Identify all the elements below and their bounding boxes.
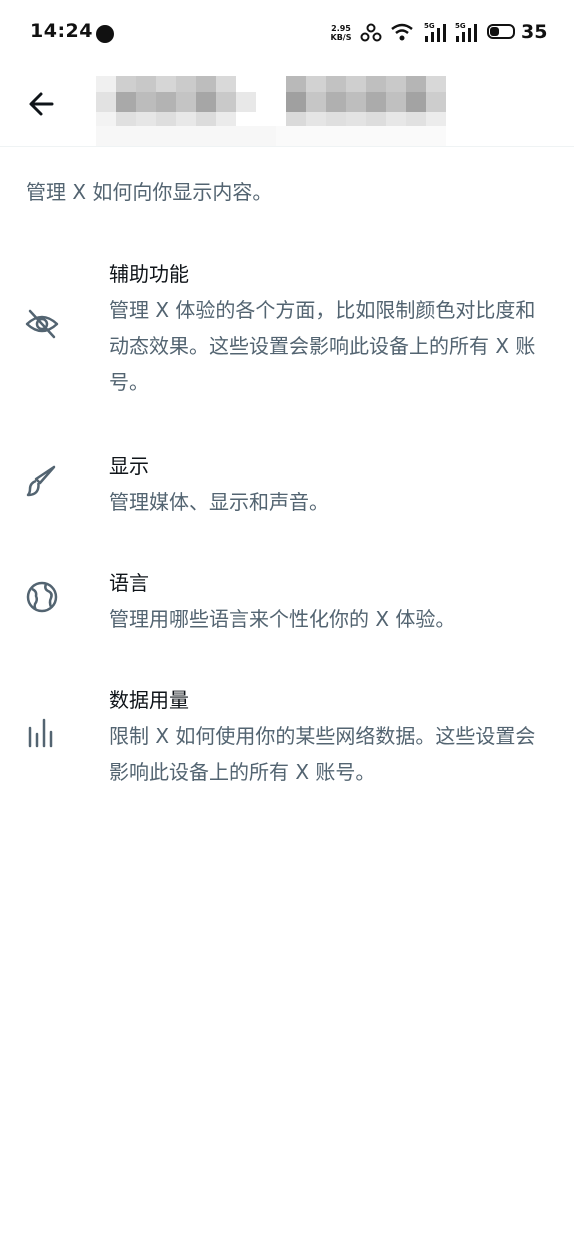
blurred-title	[96, 76, 466, 146]
network-speed-value: 2.95	[331, 24, 351, 33]
status-time: 14:24	[30, 20, 93, 42]
settings-item-description: 管理用哪些语言来个性化你的 X 体验。	[109, 607, 456, 631]
settings-item-data-usage[interactable]: 数据用量 限制 X 如何使用你的某些网络数据。这些设置会影响此设备上的所有 X …	[0, 684, 574, 790]
settings-item-description: 限制 X 如何使用你的某些网络数据。这些设置会影响此设备上的所有 X 账号。	[109, 724, 536, 784]
signal-2-icon: 5G	[455, 22, 479, 44]
arrow-left-icon[interactable]	[22, 84, 62, 124]
hotspot-icon	[360, 23, 382, 42]
settings-item-title: 语言	[109, 571, 149, 595]
header	[0, 66, 574, 147]
settings-item-description: 管理 X 体验的各个方面，比如限制颜色对比度和动态效果。这些设置会影响此设备上的…	[109, 298, 536, 394]
network-speed: 2.95 KB/S	[328, 24, 354, 42]
settings-item-language[interactable]: 语言 管理用哪些语言来个性化你的 X 体验。	[0, 567, 574, 637]
globe-icon	[26, 581, 58, 613]
bar-chart-icon	[28, 718, 53, 748]
signal-1-icon: 5G	[424, 22, 448, 44]
battery-level: 35	[521, 21, 548, 43]
settings-item-accessibility[interactable]: 辅助功能 管理 X 体验的各个方面，比如限制颜色对比度和动态效果。这些设置会影响…	[0, 258, 574, 398]
eye-slash-icon	[25, 309, 59, 339]
wifi-icon	[391, 23, 413, 41]
battery-icon	[487, 24, 515, 39]
page-intro: 管理 X 如何向你显示内容。	[26, 180, 273, 204]
settings-item-description: 管理媒体、显示和声音。	[109, 490, 329, 514]
status-bar: 14:24 2.95 KB/S 5G 5G 35	[0, 0, 574, 66]
settings-item-title: 显示	[109, 454, 149, 478]
network-speed-unit: KB/S	[330, 33, 352, 42]
brush-icon	[26, 465, 56, 497]
settings-item-title: 辅助功能	[109, 262, 189, 286]
settings-item-title: 数据用量	[109, 688, 189, 712]
recording-dot-icon	[96, 25, 114, 43]
settings-item-display[interactable]: 显示 管理媒体、显示和声音。	[0, 450, 574, 520]
